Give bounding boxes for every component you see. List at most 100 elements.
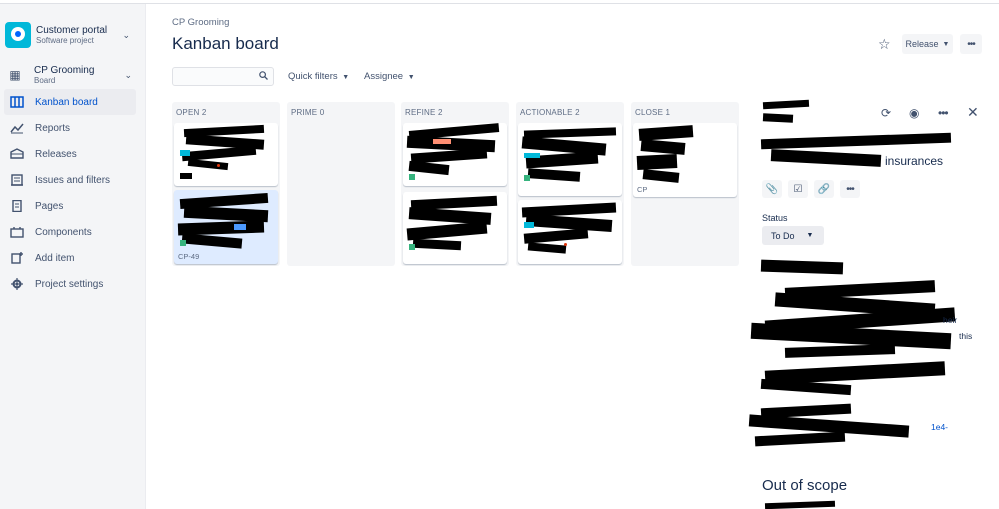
release-button[interactable]: Release ▼ [902,34,953,54]
column-header: CLOSE 1 [635,108,671,117]
more-actions-button[interactable]: ••• [840,180,860,198]
column-header: REFINE 2 [405,108,443,117]
sidebar-item-components[interactable]: Components [4,219,136,245]
story-icon [180,240,186,246]
redaction [784,344,896,358]
redaction [408,160,450,176]
sidebar: Customer portal Software project ⌄ ▦ CP … [0,4,146,509]
sidebar-item-label: Releases [35,148,77,160]
description-fragment: heir [943,315,958,325]
description-link-fragment[interactable]: 1e4- [931,422,948,432]
settings-icon [8,277,26,291]
section-heading: Out of scope [762,477,848,494]
quick-filters-dropdown[interactable]: Quick filters ▼ [288,71,349,82]
status-value: To Do [771,230,795,241]
epic-label [524,153,540,158]
redaction [181,233,243,249]
board-column-close: CLOSE 1 CP [631,102,739,266]
issue-card-selected[interactable]: CP-49 [174,190,278,264]
column-header: PRIME 0 [291,108,325,117]
link-issue-button[interactable]: 🔗 [814,180,834,198]
issue-card[interactable] [518,123,622,196]
subtask-icon: ☑ [793,183,803,195]
star-icon[interactable]: ☆ [878,36,891,53]
issue-card[interactable]: CP [633,123,737,197]
components-icon [8,225,26,239]
subtask-button[interactable]: ☑ [788,180,808,198]
feedback-megaphone-icon[interactable]: ⟳ [881,106,891,120]
redaction [527,242,567,254]
status-label: Status [762,213,788,223]
issue-card[interactable] [174,123,278,186]
sidebar-item-issues-and-filters[interactable]: Issues and filters [4,167,136,193]
summary-fragment: insurances [885,154,944,168]
board-column-open: OPEN 2 CP-49 [172,102,280,266]
project-name: Customer portal [36,24,108,36]
board-column-refine: REFINE 2 [401,102,509,266]
page-title: Kanban board [172,34,279,53]
redaction [527,168,581,182]
sidebar-item-label: Pages [35,200,64,212]
sidebar-item-add-item[interactable]: Add item [4,245,136,271]
sidebar-item-label: Components [35,226,92,238]
redaction [523,228,589,244]
issue-card[interactable] [518,200,622,264]
sidebar-item-label: Kanban board [35,96,98,108]
issues-icon [8,173,26,187]
redaction [760,132,952,150]
more-actions-button[interactable]: ••• [960,34,982,54]
redaction [640,139,686,155]
board-column-prime: PRIME 0 [287,102,395,266]
top-border [0,0,999,4]
attach-button[interactable]: 📎 [762,180,782,198]
issue-key: CP [637,185,648,194]
link-icon: 🔗 [817,183,831,195]
chevron-down-icon[interactable]: ⌄ [122,30,130,41]
chevron-down-icon[interactable]: ⌄ [124,70,132,81]
sidebar-item-label: Add item [35,252,75,264]
issue-card[interactable] [403,123,507,186]
redaction [764,500,836,509]
sidebar-item-project-settings[interactable]: Project settings [4,271,136,297]
sidebar-item-pages[interactable]: Pages [4,193,136,219]
project-switcher[interactable]: Customer portal Software project ⌄ [4,18,142,52]
priority-icon [217,164,220,167]
status-dropdown[interactable]: To Do ▼ [762,226,824,245]
search-input[interactable] [172,67,274,86]
sidebar-item-reports[interactable]: Reports [4,115,136,141]
redaction [406,221,488,241]
sidebar-item-label: Project settings [35,278,104,290]
redaction [180,173,192,179]
quick-filters-label: Quick filters [288,71,338,82]
close-icon[interactable]: ✕ [967,104,979,121]
sidebar-nav: Kanban board Reports Releases Issues and… [4,89,136,297]
board-selector[interactable]: ▦ CP Grooming Board ⌄ [6,62,140,88]
search-icon [259,71,268,82]
epic-label [180,150,190,156]
add-item-icon [8,251,26,265]
board-icon [8,95,26,109]
description-fragment: this [959,331,973,341]
chevron-down-icon: ▼ [942,40,950,48]
issue-key: CP-49 [178,252,200,261]
epic-label [234,224,246,230]
sidebar-item-kanban-board[interactable]: Kanban board [4,89,136,115]
redaction [762,99,810,110]
chevron-down-icon: ▼ [342,74,350,81]
story-icon [524,175,530,181]
sidebar-item-releases[interactable]: Releases [4,141,136,167]
column-header: ACTIONABLE 2 [520,108,580,117]
issue-card[interactable] [403,192,507,264]
breadcrumb[interactable]: CP Grooming [172,17,229,28]
more-icon[interactable]: ••• [938,106,949,120]
redaction [183,205,269,223]
releases-icon [8,147,26,161]
redaction [754,431,846,447]
board-column-actionable: ACTIONABLE 2 [516,102,624,266]
project-avatar-icon [5,22,31,48]
assignee-dropdown[interactable]: Assignee ▼ [364,71,415,82]
redaction [760,378,852,396]
watch-eye-icon[interactable]: ◉ [909,106,919,120]
pages-icon [8,199,26,213]
board-name: CP Grooming [34,65,95,76]
